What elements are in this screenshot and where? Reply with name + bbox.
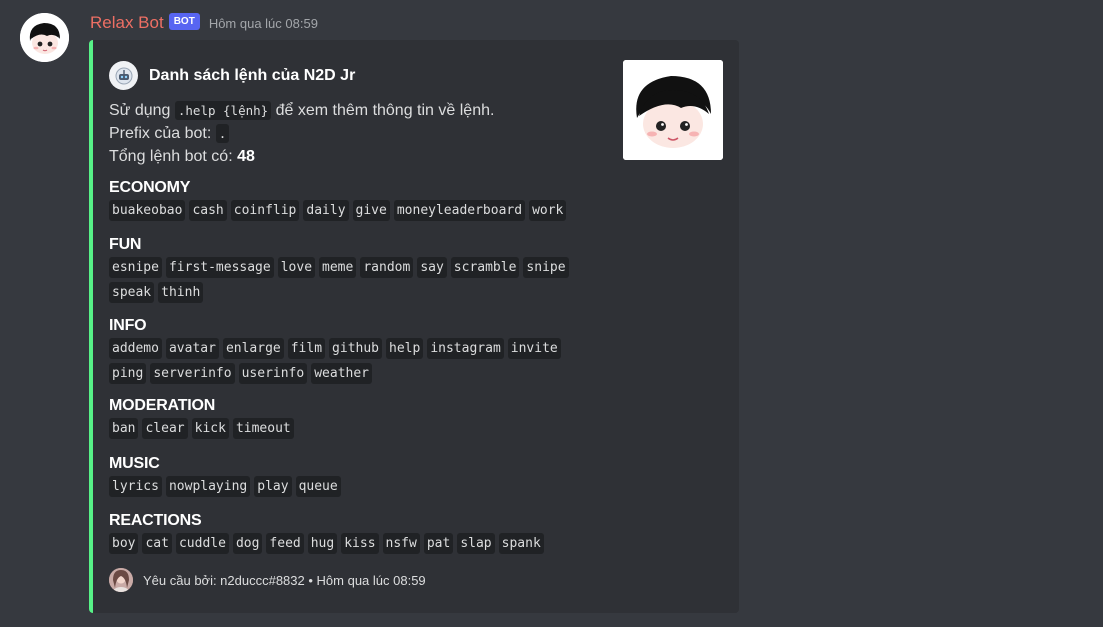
- command-list: boy cat cuddle dog feed hug kiss nsfw pat slap spa…: [109, 533, 589, 558]
- section-moderation: MODERATION ban clear kick timeout: [109, 396, 619, 443]
- cartoon-boy-thumbnail-icon: [623, 60, 723, 160]
- command-code: coinflip: [230, 200, 300, 221]
- desc-usage-text: Sử dụng: [109, 102, 175, 119]
- command-list: esnipe first-message love meme random say scra…: [109, 257, 589, 307]
- command-list: ban clear kick timeout: [109, 418, 589, 443]
- total-commands-value: 48: [237, 148, 255, 165]
- command-code: cash: [189, 200, 227, 221]
- command-code: enlarge: [222, 338, 284, 359]
- section-music: MUSIC lyrics nowplaying play queue: [109, 454, 619, 501]
- command-code: addemo: [109, 338, 162, 359]
- command-code: nsfw: [382, 533, 420, 554]
- command-list: lyrics nowplaying play queue: [109, 476, 589, 501]
- command-code: dog: [232, 533, 263, 554]
- command-code: play: [254, 476, 292, 497]
- help-command-code: .help {lệnh}: [174, 101, 272, 120]
- embed-description: Sử dụng .help {lệnh} để xem thêm thông t…: [109, 99, 494, 168]
- command-code: github: [329, 338, 383, 359]
- section-title: FUN: [109, 236, 142, 253]
- command-code: daily: [303, 200, 349, 221]
- section-economy: ECONOMY buakeobao cash coinflip daily give mo…: [109, 178, 619, 225]
- embed-footer: Yêu cầu bởi: n2duccc#8832 • Hôm qua lúc …: [109, 568, 426, 592]
- command-list: buakeobao cash coinflip daily give moneyleade…: [109, 200, 589, 225]
- section-fun: FUN esnipe first-message love meme random say…: [109, 235, 619, 307]
- command-code: random: [360, 257, 414, 278]
- desc-total-text: Tổng lệnh bot có:: [109, 148, 238, 165]
- prefix-code: .: [215, 124, 230, 143]
- section-title: ECONOMY: [109, 179, 191, 196]
- command-code: feed: [266, 533, 304, 554]
- command-code: lyrics: [109, 476, 162, 497]
- footer-text: Yêu cầu bởi: n2duccc#8832 • Hôm qua lúc …: [143, 572, 426, 588]
- command-code: kick: [191, 418, 229, 439]
- command-code: invite: [507, 338, 561, 359]
- desc-prefix-text: Prefix của bot:: [109, 125, 216, 142]
- bot-face-icon: [109, 61, 138, 90]
- command-code: hug: [307, 533, 338, 554]
- command-code: work: [529, 200, 567, 221]
- command-code: ping: [109, 363, 147, 384]
- command-list: addemo avatar enlarge film github help instagr…: [109, 338, 589, 388]
- section-info: INFO addemo avatar enlarge film github help in…: [109, 316, 619, 388]
- command-code: weather: [311, 363, 373, 384]
- command-code: first-message: [165, 257, 274, 278]
- cartoon-boy-avatar-icon: [20, 13, 69, 62]
- command-code: speak: [109, 282, 155, 303]
- command-code: queue: [295, 476, 341, 497]
- command-code: userinfo: [238, 363, 308, 384]
- command-code: instagram: [427, 338, 504, 359]
- bot-tag: BOT: [168, 12, 200, 30]
- section-title: MUSIC: [109, 455, 160, 472]
- command-code: pat: [423, 533, 454, 554]
- command-code: serverinfo: [150, 363, 235, 384]
- user-avatar-icon: [109, 568, 133, 592]
- message-timestamp: Hôm qua lúc 08:59: [208, 15, 318, 31]
- command-code: love: [277, 257, 316, 278]
- command-code: nowplaying: [165, 476, 251, 497]
- desc-usage-suffix: để xem thêm thông tin về lệnh.: [271, 102, 495, 119]
- command-code: film: [287, 338, 326, 359]
- command-code: scramble: [450, 257, 520, 278]
- command-code: spank: [498, 533, 544, 554]
- username[interactable]: Relax Bot: [90, 13, 164, 33]
- section-reactions: REACTIONS boy cat cuddle dog feed hug kiss nsfw…: [109, 511, 619, 558]
- command-code: say: [417, 257, 447, 278]
- section-title: REACTIONS: [109, 512, 202, 529]
- command-code: slap: [457, 533, 495, 554]
- command-code: moneyleaderboard: [393, 200, 526, 221]
- section-title: MODERATION: [109, 397, 216, 414]
- command-code: cat: [142, 533, 172, 554]
- embed-author: Danh sách lệnh của N2D Jr: [109, 61, 355, 90]
- command-code: clear: [142, 418, 188, 439]
- command-code: timeout: [232, 418, 294, 439]
- message-header: Relax Bot BOT Hôm qua lúc 08:59: [90, 12, 318, 34]
- command-code: esnipe: [109, 257, 162, 278]
- bot-avatar[interactable]: [20, 13, 69, 62]
- embed-thumbnail[interactable]: [623, 60, 723, 160]
- command-code: kiss: [341, 533, 379, 554]
- embed: Danh sách lệnh của N2D Jr Sử dụng .help …: [89, 40, 739, 613]
- command-code: meme: [319, 257, 357, 278]
- command-code: snipe: [523, 257, 569, 278]
- command-code: boy: [109, 533, 139, 554]
- section-title: INFO: [109, 317, 147, 334]
- command-code: give: [352, 200, 390, 221]
- command-code: avatar: [165, 338, 219, 359]
- embed-author-name: Danh sách lệnh của N2D Jr: [149, 66, 356, 84]
- command-code: buakeobao: [109, 200, 186, 221]
- command-code: cuddle: [175, 533, 229, 554]
- command-code: thinh: [158, 282, 204, 303]
- command-code: ban: [109, 418, 139, 439]
- command-code: help: [386, 338, 424, 359]
